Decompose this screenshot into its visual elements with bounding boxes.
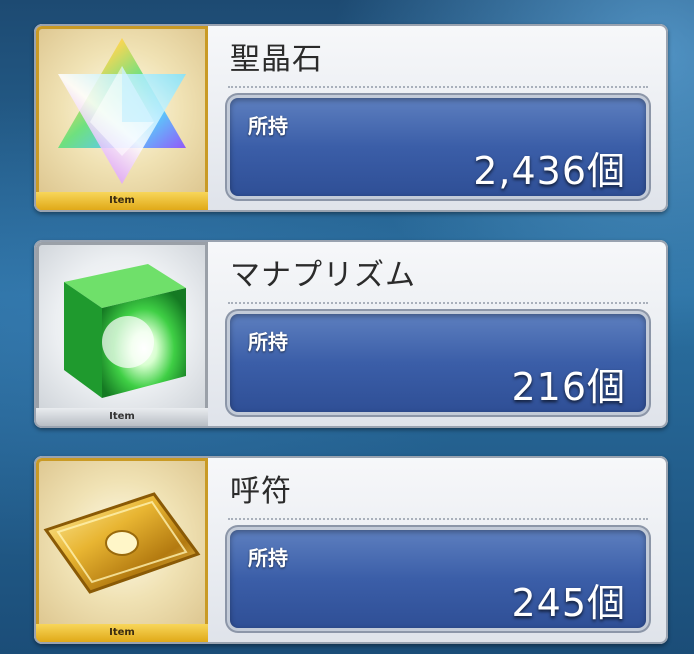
divider [228, 518, 648, 520]
item-thumbnail: Item [36, 242, 208, 426]
owned-label: 所持 [248, 114, 288, 138]
owned-count: 245個 [511, 581, 626, 625]
item-name: マナプリズム [230, 258, 416, 293]
rarity-label: Item [36, 624, 208, 642]
item-name: 聖晶石 [230, 42, 323, 77]
mana-prism-icon [64, 264, 186, 398]
summon-ticket-icon [43, 492, 201, 594]
owned-count: 216個 [511, 365, 626, 409]
owned-count-box: 所持 216個 [230, 314, 646, 412]
item-card-saint-quartz[interactable]: Item 聖晶石 所持 2,436個 [34, 24, 668, 212]
item-name: 呼符 [230, 474, 292, 509]
owned-count-box: 所持 245個 [230, 530, 646, 628]
rarity-label: Item [36, 192, 208, 210]
divider [228, 302, 648, 304]
divider [228, 86, 648, 88]
item-card-mana-prism[interactable]: Item マナプリズム 所持 216個 [34, 240, 668, 428]
owned-label: 所持 [248, 330, 288, 354]
item-thumbnail: Item [36, 26, 208, 210]
item-thumbnail: Item [36, 458, 208, 642]
rarity-label: Item [36, 408, 208, 426]
item-card-summon-ticket[interactable]: Item 呼符 所持 245個 [34, 456, 668, 644]
saint-quartz-icon [58, 38, 186, 184]
owned-count: 2,436個 [473, 149, 626, 193]
owned-count-box: 所持 2,436個 [230, 98, 646, 196]
owned-label: 所持 [248, 546, 288, 570]
